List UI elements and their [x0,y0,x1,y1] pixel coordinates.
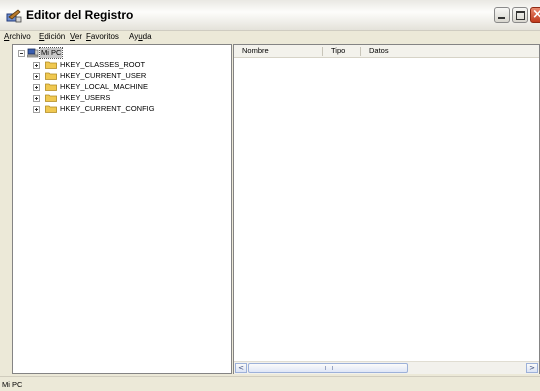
registry-editor-icon [6,9,22,23]
menu-archivo[interactable]: Archivo [4,31,31,43]
grip-icon [325,366,333,370]
expand-icon[interactable] [33,84,40,91]
computer-icon [27,48,39,58]
tree-label: HKEY_CURRENT_CONFIG [60,104,155,113]
folder-icon [45,83,57,91]
tree-label: HKEY_USERS [60,93,111,102]
scroll-right-button[interactable]: > [526,363,538,373]
menu-edicion[interactable]: Edición [39,31,65,43]
minimize-button[interactable] [494,7,510,23]
expand-icon[interactable] [33,73,40,80]
window-title: Editor del Registro [26,8,134,22]
expand-icon[interactable] [33,62,40,69]
folder-icon [45,72,57,80]
column-header-nombre[interactable]: Nombre [242,45,269,57]
column-divider[interactable] [322,47,323,56]
column-header-datos[interactable]: Datos [369,45,389,57]
status-bar: Mi PC [0,376,540,391]
menu-bar: Archivo Edición Ver Favoritos Ayuda [0,31,540,43]
chevron-left-icon: < [238,364,244,372]
tree-label: HKEY_CURRENT_USER [60,71,147,80]
chevron-right-icon: > [529,364,535,372]
folder-icon [45,94,57,102]
status-text: Mi PC [2,380,23,389]
scroll-left-button[interactable]: < [235,363,247,373]
folder-icon [45,61,57,69]
maximize-button[interactable] [512,7,528,23]
close-icon: × [532,7,540,22]
title-bar[interactable]: Editor del Registro × [0,0,540,31]
regedit-window: Editor del Registro × Archivo Edición Ve… [0,0,540,391]
registry-tree[interactable]: Mi PC HKEY_CLASSES_ROOT HKEY_CURRENT_USE… [12,44,232,374]
column-header-tipo[interactable]: Tipo [331,45,345,57]
maximize-icon [516,11,525,20]
menu-favoritos[interactable]: Favoritos [86,31,119,43]
collapse-icon[interactable] [18,50,25,57]
folder-icon [45,105,57,113]
close-button[interactable]: × [530,7,540,23]
menu-ayuda[interactable]: Ayuda [129,31,152,43]
menu-ver[interactable]: Ver [70,31,82,43]
tree-label: HKEY_LOCAL_MACHINE [60,82,148,91]
tree-label: HKEY_CLASSES_ROOT [60,60,146,69]
scrollbar-thumb[interactable] [248,363,408,373]
list-header: Nombre Tipo Datos [234,45,539,58]
expand-icon[interactable] [33,106,40,113]
horizontal-scrollbar[interactable]: < > [234,361,539,374]
values-list[interactable]: Nombre Tipo Datos < > [233,44,540,374]
tree-label-root: Mi PC [38,47,64,59]
minimize-icon [498,17,505,19]
column-divider[interactable] [360,47,361,56]
expand-icon[interactable] [33,95,40,102]
